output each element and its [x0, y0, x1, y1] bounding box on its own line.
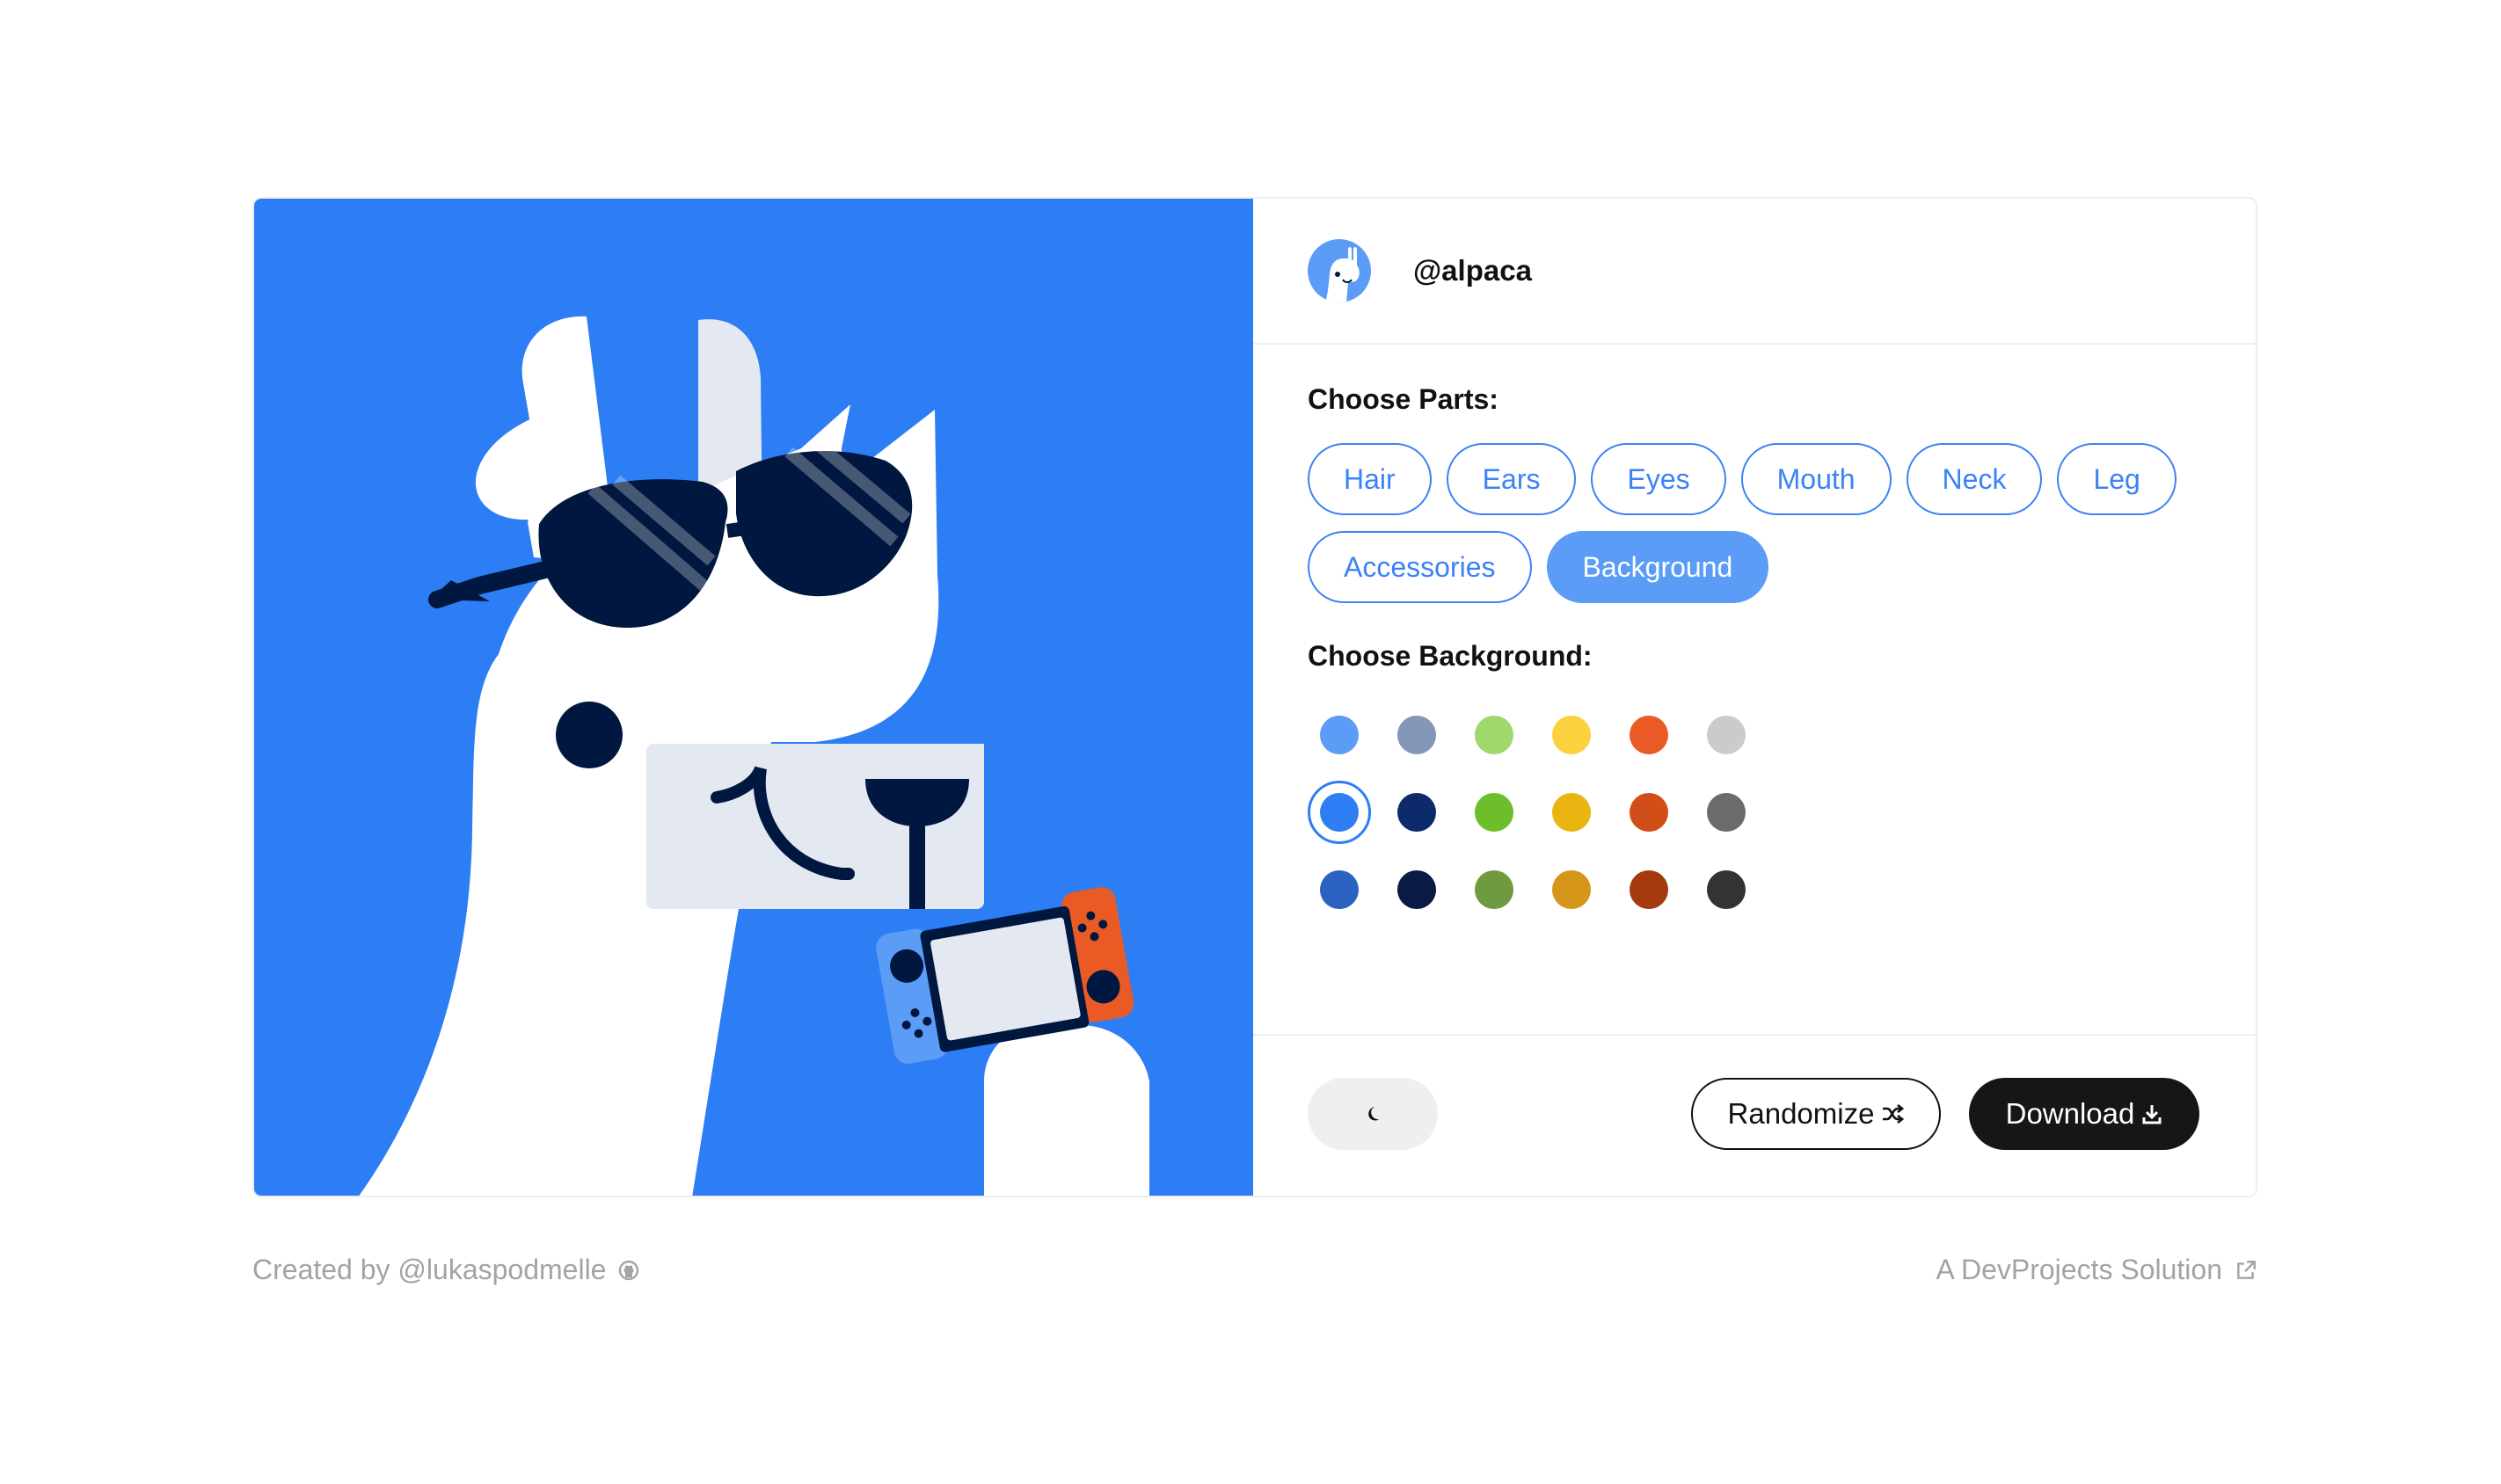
background-swatches [1308, 703, 1800, 921]
background-swatch[interactable] [1385, 703, 1448, 767]
swatch-color-dot [1552, 793, 1591, 832]
shuffle-icon [1883, 1104, 1905, 1124]
alpaca-eye [556, 702, 623, 768]
swatch-color-dot [1707, 870, 1746, 909]
background-swatch[interactable] [1385, 858, 1448, 921]
moon-icon [1368, 1106, 1380, 1121]
parts-list: Hair Ears Eyes Mouth Neck Leg Accessories Backg… [1308, 443, 2231, 603]
background-swatch[interactable] [1385, 781, 1448, 844]
swatch-color-dot [1397, 716, 1436, 754]
alpaca-generator-page: @alpaca Choose Parts: Hair Ears Eyes Mouth N… [0, 0, 2501, 1484]
background-swatch[interactable] [1540, 858, 1603, 921]
part-button-neck[interactable]: Neck [1906, 443, 2043, 515]
generator-card: @alpaca Choose Parts: Hair Ears Eyes Mouth N… [252, 197, 2257, 1197]
swatch-color-dot [1630, 716, 1668, 754]
username: @alpaca [1413, 254, 1532, 287]
background-swatch[interactable] [1695, 703, 1758, 767]
theme-toggle-button[interactable] [1308, 1078, 1438, 1150]
background-swatch[interactable] [1462, 858, 1526, 921]
alpaca-preview [254, 199, 1253, 1196]
part-button-ears[interactable]: Ears [1446, 443, 1577, 515]
swatch-color-dot [1552, 870, 1591, 909]
download-button[interactable]: Download [1969, 1078, 2199, 1150]
background-swatch[interactable] [1617, 858, 1681, 921]
background-swatch[interactable] [1695, 858, 1758, 921]
background-swatch[interactable] [1462, 703, 1526, 767]
part-button-background[interactable]: Background [1546, 531, 1769, 603]
swatch-color-dot [1320, 716, 1359, 754]
swatch-color-dot [1630, 870, 1668, 909]
created-by-credit[interactable]: Created by @lukaspodmelle [252, 1254, 639, 1286]
panel-header: @alpaca [1253, 199, 2256, 345]
github-icon [619, 1260, 639, 1280]
created-by-text: Created by @lukaspodmelle [252, 1254, 607, 1285]
swatch-color-dot [1475, 793, 1513, 832]
swatch-color-dot [1475, 870, 1513, 909]
choose-background-title: Choose Background: [1308, 640, 1593, 672]
swatch-color-dot [1552, 716, 1591, 754]
swatch-color-dot [1397, 870, 1436, 909]
external-link-icon [2237, 1260, 2256, 1279]
part-button-accessories[interactable]: Accessories [1308, 531, 1532, 603]
devprojects-credit[interactable]: A DevProjects Solution [1936, 1254, 2258, 1286]
background-swatch[interactable] [1617, 781, 1681, 844]
swatch-color-dot [1707, 716, 1746, 754]
background-swatch[interactable] [1308, 781, 1371, 844]
background-swatch[interactable] [1695, 781, 1758, 844]
background-swatch[interactable] [1308, 703, 1371, 767]
swatch-color-dot [1397, 793, 1436, 832]
swatch-color-dot [1320, 870, 1359, 909]
background-swatch[interactable] [1617, 703, 1681, 767]
download-label: Download [2005, 1097, 2135, 1130]
swatch-color-dot [1320, 793, 1359, 832]
choose-parts-title: Choose Parts: [1308, 383, 1498, 415]
background-swatch[interactable] [1462, 781, 1526, 844]
background-swatch[interactable] [1540, 781, 1603, 844]
swatch-color-dot [1630, 793, 1668, 832]
devprojects-text: A DevProjects Solution [1936, 1254, 2223, 1285]
download-icon [2142, 1105, 2162, 1124]
part-button-leg[interactable]: Leg [2057, 443, 2177, 515]
alpaca-leg [984, 1025, 1149, 1196]
background-swatch[interactable] [1540, 703, 1603, 767]
action-bar: Randomize Download [1253, 1034, 2256, 1196]
alpaca-avatar [1308, 239, 1371, 302]
randomize-button[interactable]: Randomize [1691, 1078, 1941, 1150]
background-swatch[interactable] [1308, 858, 1371, 921]
controls-panel: @alpaca Choose Parts: Hair Ears Eyes Mouth N… [1253, 199, 2256, 1196]
part-button-hair[interactable]: Hair [1308, 443, 1432, 515]
randomize-label: Randomize [1727, 1097, 1875, 1130]
swatch-color-dot [1475, 716, 1513, 754]
swatch-color-dot [1707, 793, 1746, 832]
part-button-eyes[interactable]: Eyes [1591, 443, 1726, 515]
part-button-mouth[interactable]: Mouth [1740, 443, 1892, 515]
